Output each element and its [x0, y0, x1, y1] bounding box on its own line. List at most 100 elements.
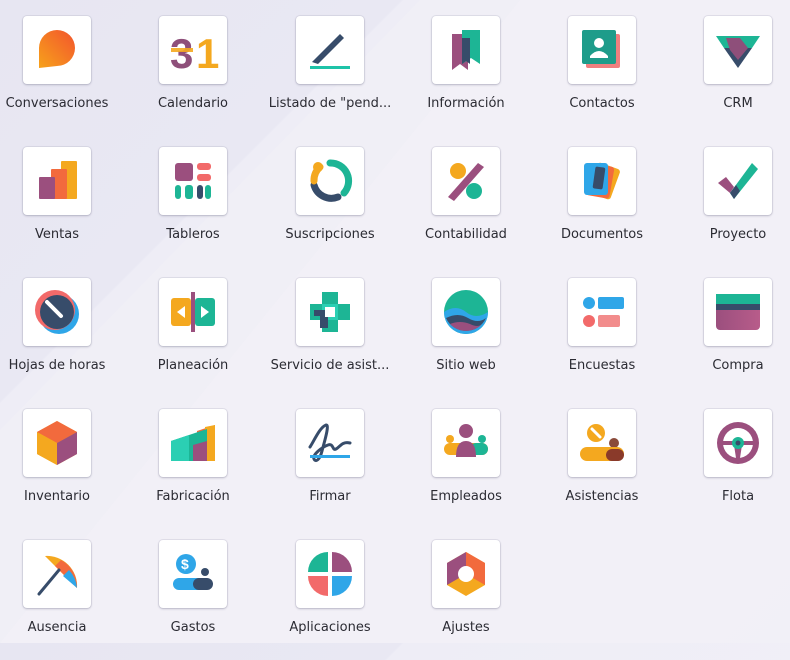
app-suscripciones[interactable]: Suscripciones: [262, 147, 398, 267]
app-label: Tableros: [166, 227, 220, 242]
app-empleados[interactable]: Empleados: [398, 409, 534, 529]
signature-icon: [308, 423, 352, 463]
stacked-cards-icon: [584, 162, 620, 200]
planning-arrows-icon: [171, 292, 215, 332]
factory-icon: [171, 425, 215, 461]
checkmark-icon: [718, 163, 758, 199]
app-tile[interactable]: [704, 278, 772, 346]
app-tile[interactable]: [23, 147, 91, 215]
calendar-31-icon: 3 1: [170, 30, 219, 76]
beach-umbrella-icon: [37, 555, 78, 596]
pencil-line-icon: [310, 34, 350, 69]
app-label: Encuestas: [568, 358, 636, 373]
app-label: Asistencias: [565, 489, 639, 504]
app-label: Compra: [712, 358, 764, 373]
app-tile[interactable]: [23, 278, 91, 346]
app-contabilidad[interactable]: Contabilidad: [398, 147, 534, 267]
app-gastos[interactable]: $ Gastos: [125, 540, 261, 660]
app-label: Flota: [721, 489, 755, 504]
app-tile[interactable]: [296, 147, 364, 215]
svg-text:1: 1: [196, 30, 219, 76]
app-tile[interactable]: [704, 409, 772, 477]
app-tile[interactable]: [432, 278, 500, 346]
app-tile[interactable]: [296, 278, 364, 346]
app-sitio-web[interactable]: Sitio web: [398, 278, 534, 398]
app-label: Fabricación: [156, 489, 230, 504]
app-servicio-asistencia[interactable]: Servicio de asist...: [262, 278, 398, 398]
app-ausencia[interactable]: Ausencia: [0, 540, 125, 660]
app-label: Ausencia: [27, 620, 87, 635]
app-label: Documentos: [560, 227, 644, 242]
app-tile[interactable]: [432, 16, 500, 84]
app-informacion[interactable]: Información: [398, 16, 534, 136]
bar-chart-icon: [39, 161, 77, 199]
app-tile[interactable]: [159, 278, 227, 346]
app-tile[interactable]: [23, 16, 91, 84]
app-proyecto[interactable]: Proyecto: [670, 147, 790, 267]
app-label: CRM: [723, 96, 753, 111]
app-tile[interactable]: [568, 278, 636, 346]
app-tile[interactable]: 3 1: [159, 16, 227, 84]
chat-bubble-icon: [39, 30, 75, 68]
app-tile[interactable]: $: [159, 540, 227, 608]
app-tile[interactable]: [568, 16, 636, 84]
app-tile[interactable]: [159, 409, 227, 477]
contact-card-icon: [582, 30, 620, 68]
app-label: Hojas de horas: [8, 358, 106, 373]
app-tile[interactable]: [23, 409, 91, 477]
app-listado-pendientes[interactable]: Listado de "pend...: [262, 16, 398, 136]
app-tile[interactable]: [23, 540, 91, 608]
app-compra[interactable]: Compra: [670, 278, 790, 398]
app-tile[interactable]: [159, 147, 227, 215]
credit-card-icon: [716, 294, 760, 330]
app-label: Contactos: [569, 96, 635, 111]
app-planeacion[interactable]: Planeación: [125, 278, 261, 398]
app-tile[interactable]: [432, 147, 500, 215]
app-ventas[interactable]: Ventas: [0, 147, 125, 267]
app-tile[interactable]: [296, 16, 364, 84]
helpdesk-cross-icon: [310, 292, 350, 332]
app-crm[interactable]: CRM: [670, 16, 790, 136]
app-conversaciones[interactable]: Conversaciones: [0, 16, 125, 136]
app-aplicaciones[interactable]: Aplicaciones: [262, 540, 398, 660]
app-label: Empleados: [430, 489, 502, 504]
globe-waves-icon: [444, 290, 488, 334]
app-tile[interactable]: [296, 540, 364, 608]
people-group-icon: [444, 424, 488, 457]
app-label: Conversaciones: [5, 96, 109, 111]
app-contactos[interactable]: Contactos: [534, 16, 670, 136]
app-tile[interactable]: [704, 16, 772, 84]
app-label: Sitio web: [436, 358, 496, 373]
app-inventario[interactable]: Inventario: [0, 409, 125, 529]
app-calendario[interactable]: 3 1 Calendario: [125, 16, 261, 136]
app-tile[interactable]: [432, 540, 500, 608]
app-encuestas[interactable]: Encuestas: [534, 278, 670, 398]
app-label: Gastos: [170, 620, 216, 635]
attendance-icon: [580, 424, 624, 461]
app-label: Calendario: [157, 96, 229, 111]
app-asistencias[interactable]: Asistencias: [534, 409, 670, 529]
app-tile[interactable]: [568, 409, 636, 477]
app-fabricacion[interactable]: Fabricación: [125, 409, 261, 529]
app-documentos[interactable]: Documentos: [534, 147, 670, 267]
app-tile[interactable]: [704, 147, 772, 215]
handshake-icon: [716, 36, 760, 68]
percent-icon: [448, 163, 484, 201]
app-label: Listado de "pend...: [268, 96, 392, 111]
app-label: Planeación: [157, 358, 229, 373]
app-label: Proyecto: [709, 227, 767, 242]
app-label: Suscripciones: [285, 227, 375, 242]
app-tableros[interactable]: Tableros: [125, 147, 261, 267]
app-tile[interactable]: [568, 147, 636, 215]
app-flota[interactable]: Flota: [670, 409, 790, 529]
app-label: Firmar: [309, 489, 351, 504]
app-hojas-de-horas[interactable]: Hojas de horas: [0, 278, 125, 398]
app-label: Ventas: [35, 227, 79, 242]
app-firmar[interactable]: Firmar: [262, 409, 398, 529]
app-ajustes[interactable]: Ajustes: [398, 540, 534, 660]
app-tile[interactable]: [296, 409, 364, 477]
cycle-arrows-icon: [310, 159, 353, 202]
app-tile[interactable]: [432, 409, 500, 477]
dashboard-blocks-icon: [175, 163, 211, 199]
app-label: Contabilidad: [425, 227, 507, 242]
